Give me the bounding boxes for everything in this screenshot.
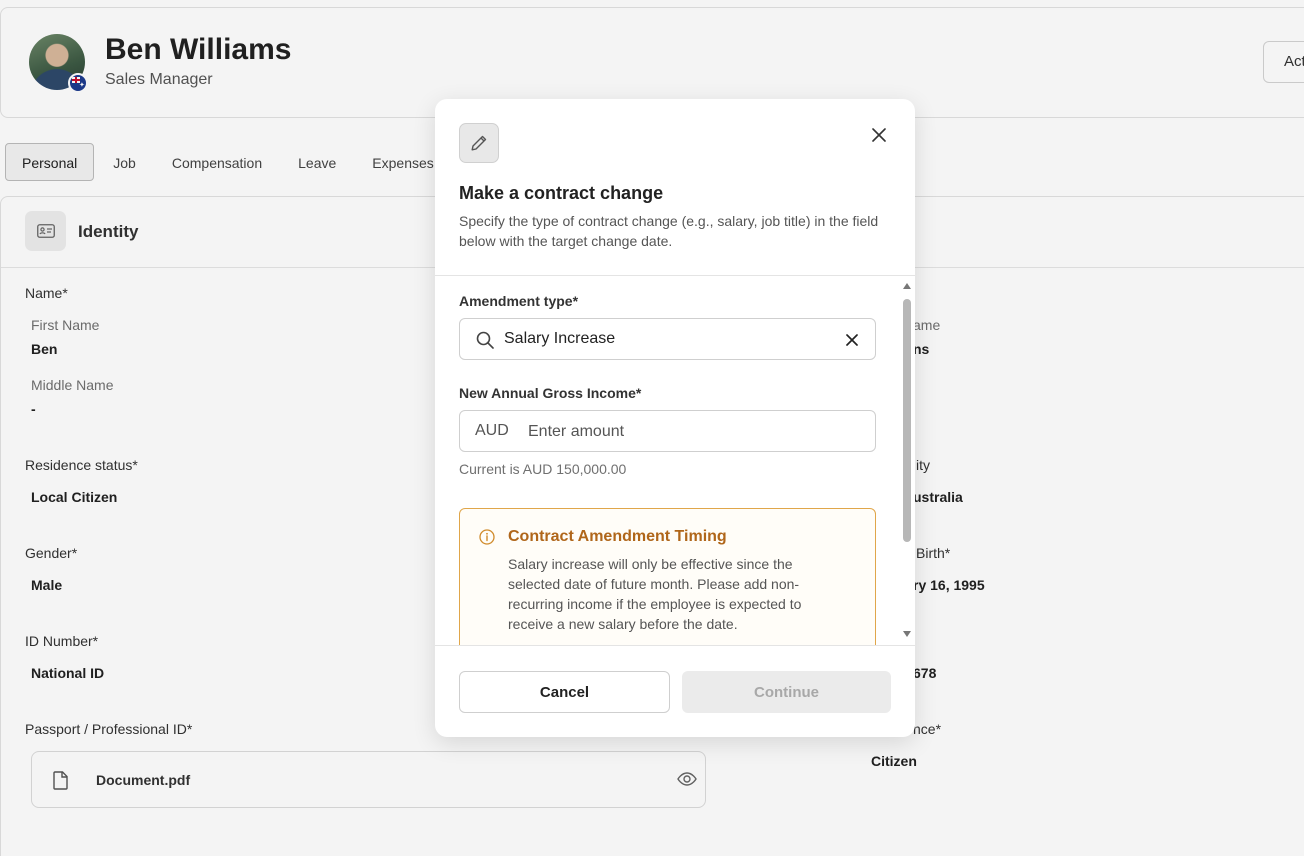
income-field[interactable]: AUD [459, 410, 876, 452]
clear-icon[interactable] [843, 331, 861, 349]
scroll-thumb[interactable] [903, 299, 911, 542]
currency-prefix: AUD [475, 422, 509, 439]
modal-scrollbar[interactable] [901, 283, 911, 639]
timing-alert: Contract Amendment Timing Salary increas… [459, 508, 876, 645]
amendment-type-label: Amendment type* [459, 293, 579, 309]
close-icon[interactable] [869, 125, 889, 145]
modal-description: Specify the type of contract change (e.g… [459, 213, 879, 249]
amendment-type-select[interactable]: Salary Increase [459, 318, 876, 360]
continue-button[interactable]: Continue [682, 671, 891, 713]
alert-title: Contract Amendment Timing [508, 528, 727, 545]
current-income-hint: Current is AUD 150,000.00 [459, 461, 627, 477]
scroll-up-arrow-icon[interactable] [903, 283, 911, 289]
income-label: New Annual Gross Income* [459, 385, 642, 401]
amount-input[interactable] [528, 420, 858, 444]
pencil-icon [459, 123, 499, 163]
scroll-down-arrow-icon[interactable] [903, 631, 911, 637]
cancel-button[interactable]: Cancel [459, 671, 670, 713]
info-icon [479, 529, 495, 550]
divider [435, 645, 915, 646]
contract-change-modal: Make a contract change Specify the type … [435, 99, 915, 737]
search-icon [476, 331, 494, 354]
amendment-type-value: Salary Increase [504, 330, 616, 347]
modal-body[interactable]: Amendment type* Salary Increase New Annu… [435, 276, 915, 645]
modal-title: Make a contract change [459, 183, 664, 203]
alert-text: Salary increase will only be effective s… [508, 556, 802, 632]
